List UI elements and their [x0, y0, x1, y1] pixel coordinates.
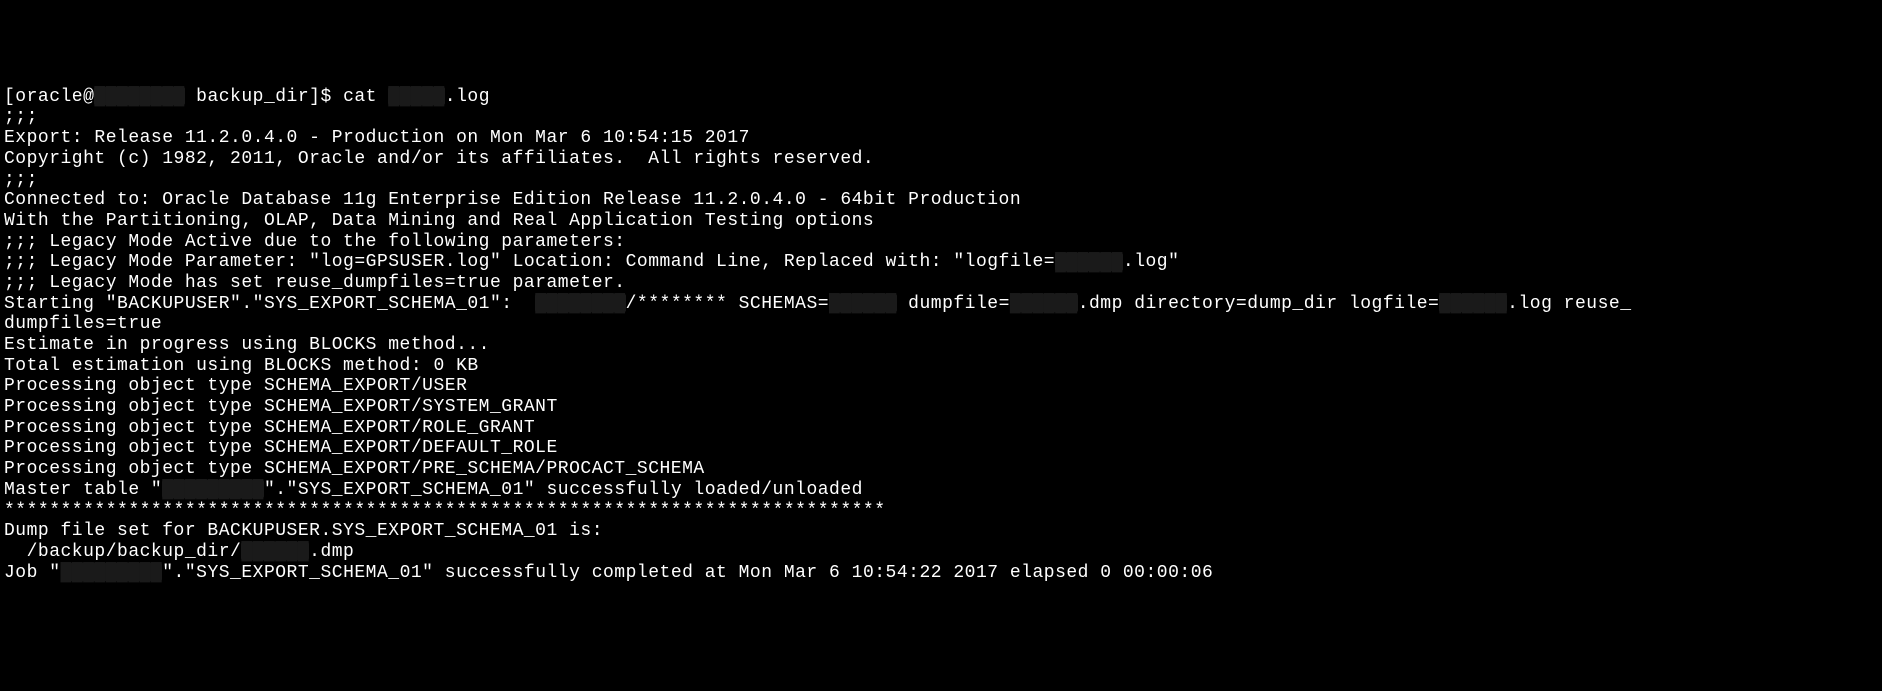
- log-line: Starting "BACKUPUSER"."SYS_EXPORT_SCHEMA…: [4, 294, 1878, 315]
- log-text: Job ": [4, 563, 61, 583]
- log-line: With the Partitioning, OLAP, Data Mining…: [4, 211, 1878, 232]
- log-line: Processing object type SCHEMA_EXPORT/PRE…: [4, 459, 1878, 480]
- log-line: Processing object type SCHEMA_EXPORT/USE…: [4, 376, 1878, 397]
- log-line: ;;;: [4, 107, 1878, 128]
- log-text: .dmp: [309, 542, 354, 562]
- log-text: "."SYS_EXPORT_SCHEMA_01" successfully lo…: [264, 480, 863, 500]
- filename-redacted: █████: [388, 87, 445, 105]
- value-redacted: ██████: [1010, 294, 1078, 312]
- log-line: Job "█████████"."SYS_EXPORT_SCHEMA_01" s…: [4, 563, 1878, 584]
- log-line: Estimate in progress using BLOCKS method…: [4, 335, 1878, 356]
- log-text: .log": [1123, 252, 1180, 272]
- log-line: Dump file set for BACKUPUSER.SYS_EXPORT_…: [4, 521, 1878, 542]
- log-line: Export: Release 11.2.0.4.0 - Production …: [4, 128, 1878, 149]
- log-text: /backup/backup_dir/: [4, 542, 241, 562]
- prompt-suffix: backup_dir]$ cat: [185, 87, 388, 107]
- log-text: Starting "BACKUPUSER"."SYS_EXPORT_SCHEMA…: [4, 294, 535, 314]
- prompt-prefix: [oracle@: [4, 87, 94, 107]
- hostname-redacted: ████████: [94, 87, 184, 105]
- terminal-output: [oracle@████████ backup_dir]$ cat █████.…: [4, 87, 1878, 584]
- log-line: ;;; Legacy Mode Parameter: "log=GPSUSER.…: [4, 252, 1878, 273]
- value-redacted: ██████: [1055, 253, 1123, 271]
- log-text: "."SYS_EXPORT_SCHEMA_01" successfully co…: [162, 563, 1213, 583]
- log-text: dumpfile=: [897, 294, 1010, 314]
- log-line: Connected to: Oracle Database 11g Enterp…: [4, 190, 1878, 211]
- log-line: Processing object type SCHEMA_EXPORT/SYS…: [4, 397, 1878, 418]
- prompt-ext: .log: [445, 87, 490, 107]
- log-line: ;;; Legacy Mode Active due to the follow…: [4, 232, 1878, 253]
- log-text: .dmp directory=dump_dir logfile=: [1078, 294, 1440, 314]
- log-line: ;;;: [4, 170, 1878, 191]
- log-text: .log reuse_: [1507, 294, 1631, 314]
- prompt-line: [oracle@████████ backup_dir]$ cat █████.…: [4, 87, 1878, 108]
- value-redacted: ██████: [1439, 294, 1507, 312]
- log-line: Processing object type SCHEMA_EXPORT/ROL…: [4, 418, 1878, 439]
- value-redacted: ██████: [241, 542, 309, 560]
- log-line: Master table "█████████"."SYS_EXPORT_SCH…: [4, 480, 1878, 501]
- value-redacted: █████████: [61, 563, 163, 581]
- log-line: ;;; Legacy Mode has set reuse_dumpfiles=…: [4, 273, 1878, 294]
- value-redacted: ████████: [535, 294, 625, 312]
- log-line: Processing object type SCHEMA_EXPORT/DEF…: [4, 438, 1878, 459]
- log-line: ****************************************…: [4, 501, 1878, 522]
- log-text: /******** SCHEMAS=: [626, 294, 829, 314]
- value-redacted: ██████: [829, 294, 897, 312]
- log-line: /backup/backup_dir/██████.dmp: [4, 542, 1878, 563]
- log-text: Master table ": [4, 480, 162, 500]
- log-line: Copyright (c) 1982, 2011, Oracle and/or …: [4, 149, 1878, 170]
- log-line: Total estimation using BLOCKS method: 0 …: [4, 356, 1878, 377]
- value-redacted: █████████: [162, 480, 264, 498]
- log-line: dumpfiles=true: [4, 314, 1878, 335]
- log-text: ;;; Legacy Mode Parameter: "log=GPSUSER.…: [4, 252, 1055, 272]
